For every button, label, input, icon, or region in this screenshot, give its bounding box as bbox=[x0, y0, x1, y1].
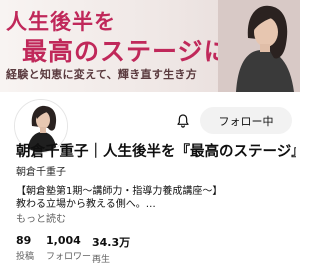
channel-banner: 人生後半を 最高のステージに 経験と知恵に変えて、輝き直す生き方 bbox=[0, 0, 300, 92]
following-button[interactable]: フォロー中 bbox=[200, 107, 292, 134]
channel-title: 朝倉千重子｜人生後半を『最高のステージ』に bbox=[16, 144, 296, 160]
stat-value: 1,004 bbox=[46, 234, 81, 247]
stat-posts[interactable]: 89 投稿 bbox=[16, 234, 34, 262]
channel-handle: 朝倉千重子 bbox=[16, 167, 66, 178]
banner-subline: 経験と知恵に変えて、輝き直す生き方 bbox=[6, 68, 197, 81]
stat-views[interactable]: 34.3万 再生 bbox=[92, 234, 130, 264]
stat-label: フォロワー bbox=[46, 252, 92, 262]
notification-bell-button[interactable] bbox=[168, 106, 198, 136]
stat-label: 再生 bbox=[92, 255, 111, 264]
banner-portrait-image bbox=[218, 0, 300, 92]
stat-followers[interactable]: 1,004 フォロワー bbox=[46, 234, 91, 262]
stat-value: 89 bbox=[16, 234, 32, 247]
bell-icon bbox=[177, 114, 189, 128]
stat-label: 投稿 bbox=[16, 252, 35, 262]
description-line-2: 教わる立場から教える側へ。… bbox=[16, 199, 156, 210]
read-more-link[interactable]: もっと読む bbox=[16, 210, 66, 225]
banner-headline-line2: 最高のステージに bbox=[22, 37, 230, 66]
stat-value: 34.3万 bbox=[92, 236, 131, 249]
